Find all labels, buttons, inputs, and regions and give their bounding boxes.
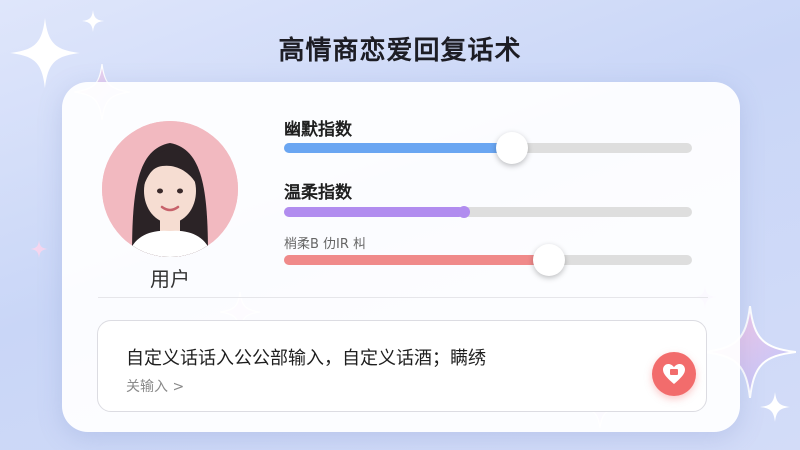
sparkle-icon-corner-white	[760, 392, 790, 422]
humor-slider[interactable]	[284, 132, 692, 164]
sparkle-icon-tiny-left	[30, 240, 48, 258]
gentle-slider-fill	[284, 207, 464, 217]
send-button[interactable]	[652, 352, 696, 396]
sparkle-icon-small-top	[82, 10, 104, 32]
input-text: 自定义话话入公公部输入，自定义话酒；瞒绣	[126, 348, 486, 369]
section-divider	[98, 297, 708, 298]
input-subtext-link[interactable]: 关输入 >	[126, 376, 184, 396]
user-label: 用户	[150, 267, 190, 291]
custom-reply-input[interactable]: 自定义话话入公公部输入，自定义话酒；瞒绣 关输入 >	[97, 320, 707, 412]
gentle-slider-knob[interactable]	[457, 206, 470, 218]
humor-slider-label: 幽默指数	[284, 120, 352, 140]
third-slider[interactable]	[284, 244, 692, 276]
third-slider-knob[interactable]	[533, 244, 566, 276]
gentle-slider[interactable]	[284, 206, 692, 218]
avatar[interactable]	[102, 121, 238, 257]
page-title: 高情商恋爱回复话术	[278, 36, 522, 66]
heart-chat-icon	[663, 364, 685, 384]
user-portrait-icon	[102, 121, 238, 257]
gentle-slider-label: 温柔指数	[284, 183, 352, 203]
third-slider-fill	[284, 255, 550, 265]
third-slider-label: 梢柔B 仂IR 朻	[284, 237, 367, 252]
humor-slider-fill	[284, 143, 513, 153]
